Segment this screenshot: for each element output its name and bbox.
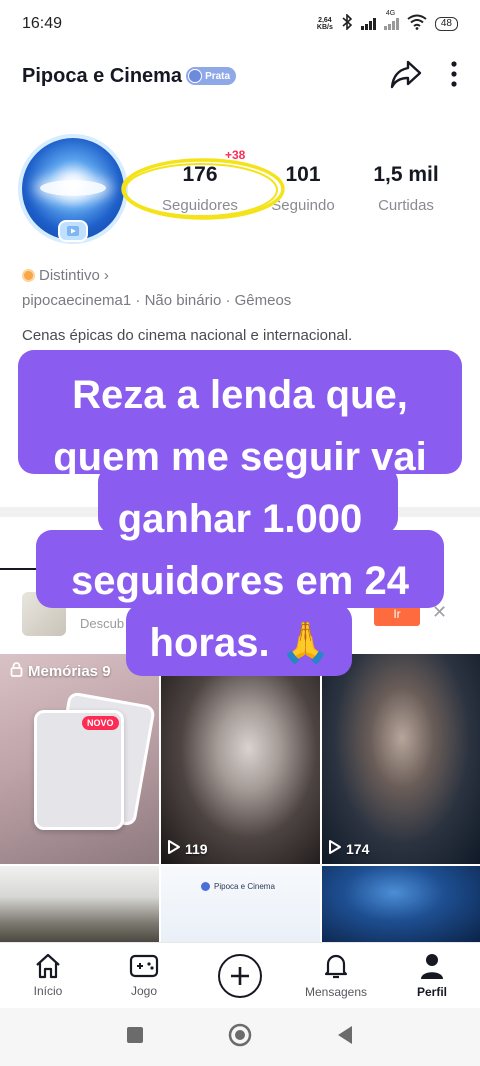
net-speed-unit: KB/s — [316, 24, 333, 31]
play-count: 119 — [167, 839, 208, 858]
header-actions — [390, 59, 458, 94]
distinctive-label: Distintivo — [39, 267, 100, 284]
chevron-right-icon: › — [103, 267, 109, 284]
nav-profile[interactable]: Perfil — [384, 943, 480, 1008]
recent-apps-icon[interactable] — [126, 1026, 144, 1049]
signal-4g-icon: 4G — [383, 10, 399, 30]
share-icon[interactable] — [390, 59, 422, 94]
signal-bars-icon — [360, 18, 376, 30]
signal-4g-label: 4G — [385, 10, 396, 17]
video-thumbnail[interactable] — [0, 866, 159, 942]
system-nav-bar — [0, 1008, 480, 1066]
person-icon — [419, 952, 445, 983]
caption-text: Reza a lenda que, quem me seguir vai gan… — [0, 364, 480, 674]
home-circle-icon[interactable] — [228, 1023, 252, 1052]
highlight-ring — [121, 158, 285, 220]
new-badge: NOVO — [82, 716, 119, 730]
medal-icon — [22, 269, 35, 282]
profile-meta: pipocaecinema1 · Não binário · Gêmeos — [22, 292, 292, 309]
nav-messages[interactable]: Mensagens — [288, 943, 384, 1008]
video-thumbnail[interactable]: 174 — [322, 654, 480, 864]
bell-icon — [323, 952, 349, 983]
play-count: 174 — [328, 839, 369, 858]
page-title: Pipoca e Cinema — [22, 64, 183, 87]
play-icon — [328, 839, 342, 858]
status-icons: 2,64 KB/s 4G 48 — [317, 10, 458, 35]
status-bar: 16:49 2,64 KB/s 4G 48 — [0, 0, 480, 48]
battery-indicator: 48 — [434, 17, 458, 31]
avatar-glow — [40, 180, 106, 196]
play-count-value: 119 — [185, 840, 208, 857]
video-thumbnail[interactable]: 119 — [161, 654, 320, 864]
tier-badge-icon — [188, 69, 203, 83]
profile-header: Pipoca e Cinema Prata — [0, 52, 480, 100]
nav-game[interactable]: Jogo — [96, 943, 192, 1008]
memories-tile[interactable]: Memórias 9 NOVO — [0, 654, 159, 864]
caption-line: seguidores em 24 — [71, 559, 409, 603]
video-grid: Memórias 9 NOVO 119 174 Pipoca e Cinema — [0, 654, 480, 942]
likes-count: 1,5 mil — [373, 163, 439, 186]
home-icon — [34, 953, 62, 982]
nav-game-label: Jogo — [130, 984, 158, 998]
play-icon — [167, 839, 181, 858]
video-thumbnail[interactable]: Pipoca e Cinema — [161, 866, 320, 942]
nav-profile-label: Perfil — [416, 985, 447, 999]
status-time: 16:49 — [22, 15, 63, 32]
more-options-icon[interactable] — [450, 60, 458, 93]
back-icon[interactable] — [336, 1025, 354, 1050]
nav-messages-label: Mensagens — [304, 985, 368, 999]
net-speed-value: 2,64 — [318, 17, 332, 24]
nav-home[interactable]: Início — [0, 943, 96, 1008]
gamepad-icon — [129, 953, 159, 982]
bottom-nav: Início Jogo Mensagens Perfil — [0, 942, 480, 1008]
overlay-caption: Reza a lenda que, quem me seguir vai gan… — [0, 348, 480, 678]
caption-line: horas. 🙏 — [149, 621, 331, 665]
caption-line: ganhar 1.000 — [117, 497, 363, 541]
brand-tile-title: Pipoca e Cinema — [201, 882, 275, 891]
tier-badge-label: Prata — [205, 70, 231, 82]
likes-label: Curtidas — [378, 197, 434, 214]
profile-bio: Cenas épicas do cinema nacional e intern… — [22, 327, 353, 344]
video-thumbnail[interactable] — [322, 866, 480, 942]
brand-logo-icon — [201, 882, 210, 891]
brand-tile-text: Pipoca e Cinema — [214, 882, 275, 891]
plus-icon — [218, 953, 262, 998]
bluetooth-icon — [341, 12, 353, 35]
nav-create[interactable] — [192, 943, 288, 1008]
caption-line: Reza a lenda que, — [72, 373, 408, 417]
avatar[interactable] — [22, 138, 124, 242]
net-speed: 2,64 KB/s — [317, 17, 333, 31]
stat-likes[interactable]: 1,5 mil Curtidas — [346, 163, 466, 214]
caption-line: quem me seguir vai — [53, 435, 427, 479]
wifi-icon — [407, 14, 427, 35]
play-count-value: 174 — [346, 840, 370, 857]
nav-home-label: Início — [33, 984, 63, 998]
distinctive-link[interactable]: Distintivo › — [22, 267, 109, 284]
live-tv-icon — [58, 220, 88, 242]
tier-badge[interactable]: Prata — [186, 67, 237, 85]
